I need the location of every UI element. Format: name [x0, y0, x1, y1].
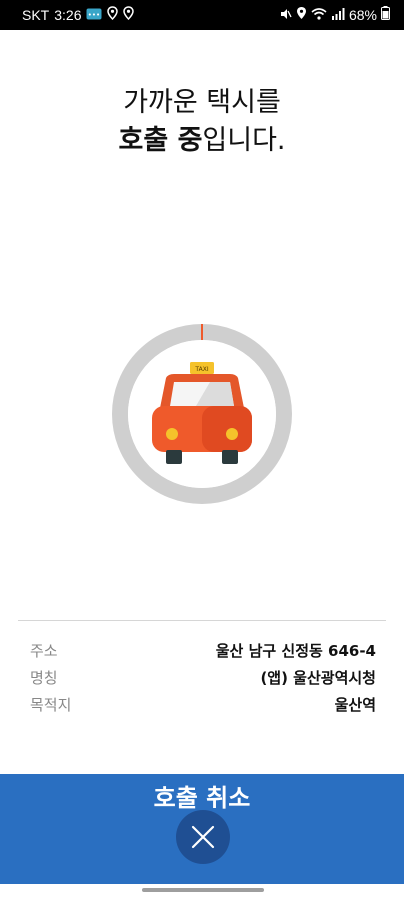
info-row-address: 주소 울산 남구 신정동 646-4 [30, 640, 376, 664]
page-title: 가까운 택시를 호출 중입니다. [0, 84, 404, 160]
info-divider [18, 620, 386, 621]
taxi-sign-text: TAXI [194, 366, 208, 373]
taxi-icon: TAXI [152, 362, 252, 464]
status-bar: SKT 3:26 ••• 68% [0, 0, 404, 30]
battery-icon [381, 6, 390, 23]
battery-percent: 68% [348, 6, 377, 23]
cancel-call-button[interactable] [176, 810, 230, 864]
info-row-destination: 목적지 울산역 [30, 694, 376, 718]
svg-text:•••: ••• [88, 11, 100, 19]
status-time: 3:26 [54, 6, 82, 23]
name-value: (앱) 울산광역시청 [260, 669, 376, 687]
info-row-name: 명칭 (앱) 울산광역시청 [30, 667, 376, 691]
cancel-panel: 호출 취소 [0, 774, 404, 884]
title-line-2-rest: 입니다. [202, 125, 286, 156]
loader-graphic: TAXI [112, 324, 292, 504]
home-gesture-handle[interactable] [142, 888, 264, 892]
status-right: 68% [280, 6, 390, 23]
destination-value: 울산역 [334, 696, 376, 714]
carrier-label: SKT [22, 6, 50, 23]
signal-icon [331, 7, 345, 23]
address-label: 주소 [30, 642, 58, 660]
title-line-2-bold: 호출 중 [118, 125, 203, 156]
message-icon: ••• [86, 7, 102, 23]
status-left: SKT 3:26 ••• [22, 6, 135, 23]
location-pin-icon-2 [123, 6, 135, 23]
mute-icon [280, 7, 292, 23]
address-value: 울산 남구 신정동 646-4 [215, 642, 376, 660]
name-label: 명칭 [30, 669, 58, 687]
navigation-bar [0, 884, 404, 900]
location-pin-icon [107, 6, 119, 23]
searching-loader: TAXI [110, 322, 294, 506]
cancel-call-label: 호출 취소 [153, 784, 251, 812]
destination-label: 목적지 [30, 696, 72, 714]
title-line-2: 호출 중입니다. [0, 122, 404, 160]
title-line-1: 가까운 택시를 [123, 87, 281, 118]
location-icon [296, 6, 307, 23]
close-icon [191, 825, 215, 849]
wifi-icon [311, 7, 327, 23]
